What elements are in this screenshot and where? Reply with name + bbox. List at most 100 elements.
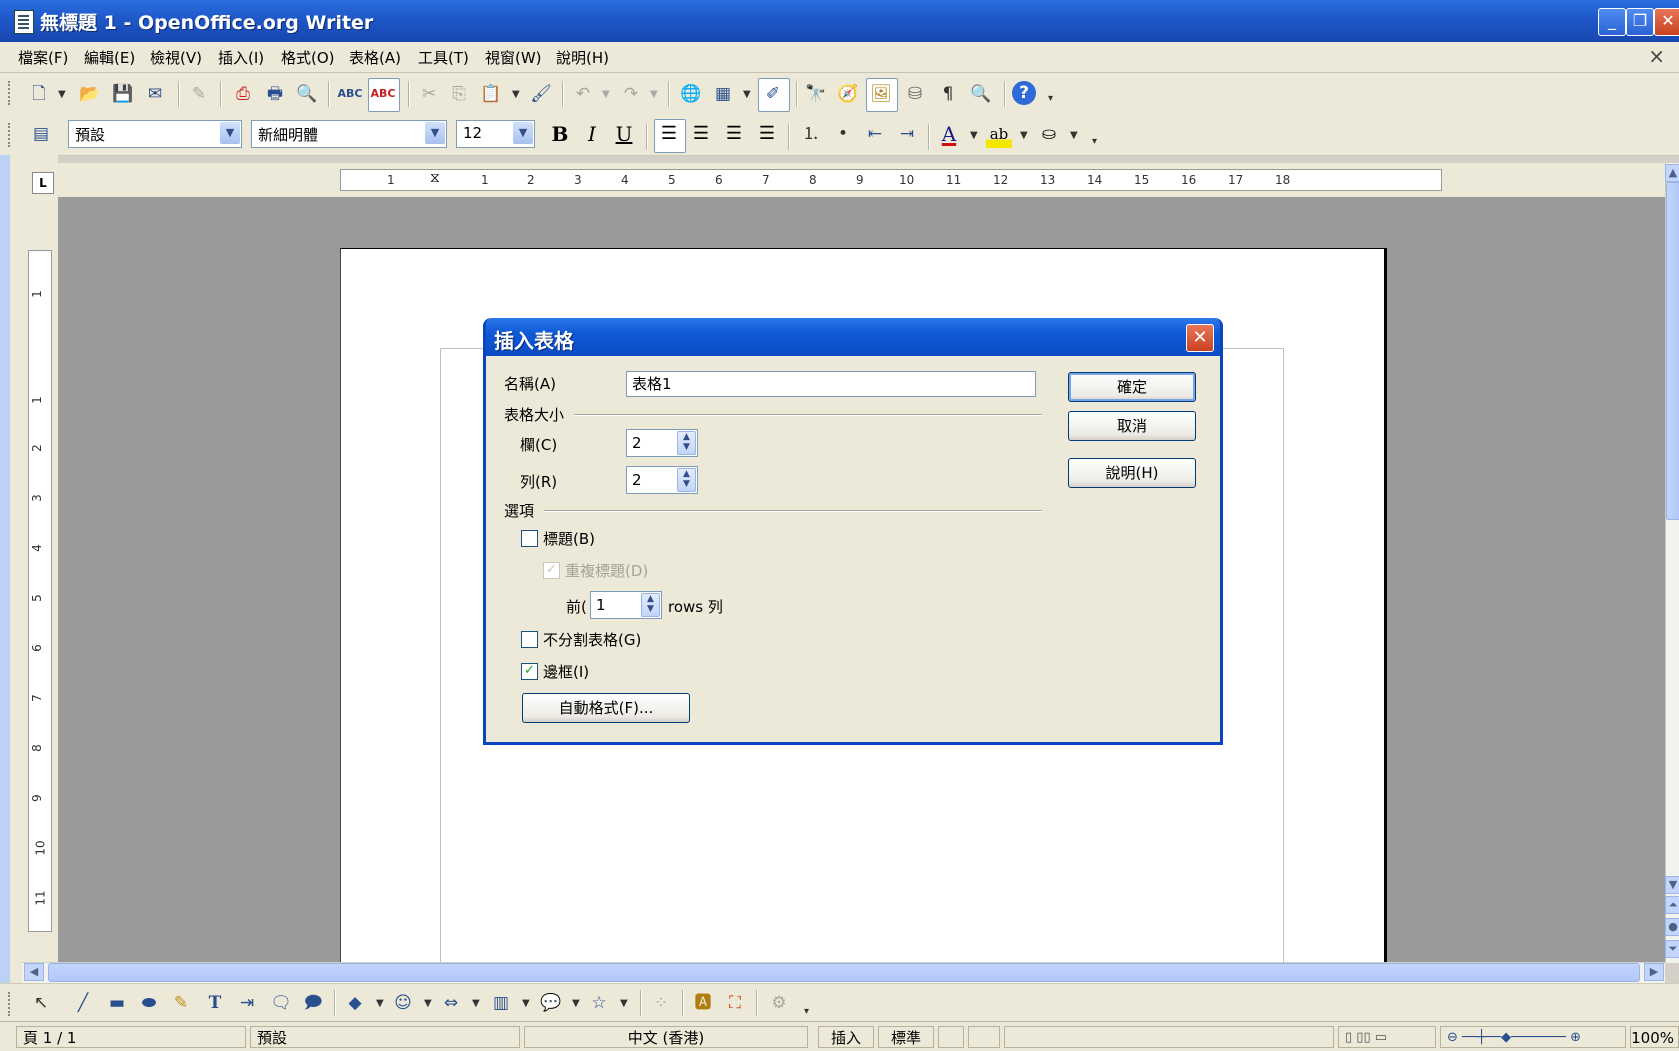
window-title-bar[interactable]: 無標題 1 - OpenOffice.org Writer _ ❐ ✕ bbox=[0, 0, 1679, 42]
menu-file[interactable]: 檔案(F) bbox=[18, 47, 68, 68]
dont-split-checkbox[interactable] bbox=[521, 631, 538, 648]
scroll-right-icon[interactable]: ▶ bbox=[1644, 963, 1664, 981]
flowcharts-dropdown-icon[interactable]: ▼ bbox=[522, 998, 530, 1009]
scroll-down-icon[interactable]: ▼ bbox=[1665, 876, 1679, 894]
spin-buttons[interactable]: ▲ ▼ bbox=[677, 431, 696, 455]
close-window-button[interactable]: ✕ bbox=[1654, 8, 1679, 36]
align-right-icon[interactable]: ☰ bbox=[721, 120, 747, 148]
new-document-icon[interactable]: 🗋 bbox=[26, 81, 52, 107]
cut-icon[interactable]: ✂ bbox=[416, 81, 442, 107]
close-document-icon[interactable]: × bbox=[1648, 44, 1665, 68]
status-modified[interactable] bbox=[938, 1026, 964, 1048]
heading-label[interactable]: 標題(B) bbox=[543, 528, 595, 549]
ellipse-icon[interactable]: ⬬ bbox=[136, 990, 162, 1016]
font-color-icon[interactable]: A bbox=[936, 120, 962, 148]
bold-icon[interactable]: B bbox=[547, 120, 573, 148]
table-dropdown-icon[interactable]: ▼ bbox=[743, 89, 751, 100]
font-size-combo[interactable]: 12 ▼ bbox=[456, 120, 535, 148]
copy-icon[interactable]: ⎘ bbox=[446, 81, 472, 107]
align-left-icon[interactable]: ☰ bbox=[656, 120, 682, 148]
menu-tools[interactable]: 工具(T) bbox=[418, 47, 469, 68]
basic-shapes-icon[interactable]: ◆ bbox=[342, 990, 368, 1016]
select-pointer-icon[interactable]: ↖ bbox=[28, 990, 54, 1016]
spin-buttons[interactable]: ▲ ▼ bbox=[677, 468, 696, 492]
block-arrows-dropdown-icon[interactable]: ▼ bbox=[472, 998, 480, 1009]
horizontal-scroll-thumb[interactable] bbox=[48, 963, 1640, 982]
autoformat-button[interactable]: 自動格式(F)... bbox=[522, 693, 690, 723]
spin-up-icon[interactable]: ▲ bbox=[683, 469, 690, 479]
decrease-indent-icon[interactable]: ⇤ bbox=[862, 120, 888, 148]
symbol-shapes-icon[interactable]: ☺ bbox=[390, 990, 416, 1016]
font-color-dropdown-icon[interactable]: ▼ bbox=[970, 130, 978, 141]
zoom-slider[interactable]: ⊖ ──┼──◆─────── ⊕ bbox=[1440, 1026, 1626, 1048]
stars-dropdown-icon[interactable]: ▼ bbox=[620, 998, 628, 1009]
symbol-shapes-dropdown-icon[interactable]: ▼ bbox=[424, 998, 432, 1009]
show-draw-functions-icon[interactable]: ✐ bbox=[760, 81, 786, 107]
callouts-dropdown-icon[interactable]: ▼ bbox=[572, 998, 580, 1009]
dont-split-label[interactable]: 不分割表格(G) bbox=[543, 629, 641, 650]
previous-page-icon[interactable]: ⏶ bbox=[1665, 896, 1679, 914]
align-center-icon[interactable]: ☰ bbox=[688, 120, 714, 148]
callouts-icon[interactable]: 💬 bbox=[538, 990, 564, 1016]
dialog-title-bar[interactable]: 插入表格 ✕ bbox=[486, 318, 1220, 356]
email-icon[interactable]: ✉ bbox=[142, 81, 168, 107]
border-label[interactable]: 邊框(I) bbox=[543, 661, 589, 682]
menu-view[interactable]: 檢視(V) bbox=[150, 47, 202, 68]
undo-icon[interactable]: ↶ bbox=[570, 81, 596, 107]
background-color-dropdown-icon[interactable]: ▼ bbox=[1070, 130, 1078, 141]
spin-down-icon[interactable]: ▼ bbox=[683, 442, 690, 452]
vertical-ruler[interactable]: 1 1 2 3 4 5 6 7 8 9 10 11 bbox=[28, 250, 52, 932]
table-icon[interactable]: ▦ bbox=[710, 81, 736, 107]
paste-dropdown-icon[interactable]: ▼ bbox=[512, 89, 520, 100]
spin-up-icon[interactable]: ▲ bbox=[647, 594, 654, 604]
ok-button[interactable]: 確定 bbox=[1068, 372, 1196, 402]
export-pdf-icon[interactable]: ⎙ bbox=[230, 81, 256, 107]
hyperlink-icon[interactable]: 🌐 bbox=[678, 81, 704, 107]
toolbar-grip[interactable] bbox=[8, 81, 14, 105]
spin-up-icon[interactable]: ▲ bbox=[683, 432, 690, 442]
page-preview-icon[interactable]: 🔍 bbox=[294, 81, 320, 107]
help-button[interactable]: 說明(H) bbox=[1068, 458, 1196, 488]
block-arrows-icon[interactable]: ⇔ bbox=[438, 990, 464, 1016]
menu-insert[interactable]: 插入(I) bbox=[218, 47, 264, 68]
navigation-icon[interactable]: ● bbox=[1665, 918, 1679, 936]
status-insert-mode[interactable]: 插入 bbox=[818, 1026, 874, 1048]
formatting-marks-icon[interactable]: ¶ bbox=[935, 81, 961, 107]
autospellcheck-icon[interactable]: ABC bbox=[370, 81, 396, 107]
stars-icon[interactable]: ☆ bbox=[586, 990, 612, 1016]
rectangle-icon[interactable]: ▬ bbox=[104, 990, 130, 1016]
heading-checkbox[interactable] bbox=[521, 530, 538, 547]
status-page[interactable]: 頁 1 / 1 bbox=[16, 1026, 246, 1048]
menu-help[interactable]: 說明(H) bbox=[556, 47, 609, 68]
vertical-callout-icon[interactable]: 🗩 bbox=[300, 990, 326, 1016]
background-color-icon[interactable]: ⛀ bbox=[1036, 120, 1062, 148]
find-replace-icon[interactable]: 🔭 bbox=[803, 81, 829, 107]
status-page-style[interactable]: 預設 bbox=[250, 1026, 520, 1048]
tab-stop-indent-marker[interactable]: ⧖ bbox=[430, 170, 440, 186]
scroll-left-icon[interactable]: ◀ bbox=[24, 963, 44, 981]
vertical-text-icon[interactable]: ⇥ bbox=[234, 990, 260, 1016]
justify-icon[interactable]: ☰ bbox=[754, 120, 780, 148]
chevron-down-icon[interactable]: ▼ bbox=[220, 122, 240, 144]
next-page-icon[interactable]: ⏷ bbox=[1665, 940, 1679, 958]
status-signature[interactable] bbox=[968, 1026, 1000, 1048]
bullets-icon[interactable]: • bbox=[830, 120, 856, 148]
spellcheck-icon[interactable]: ABC bbox=[337, 81, 363, 107]
font-name-combo[interactable]: 新細明體 ▼ bbox=[251, 120, 447, 148]
freeform-line-icon[interactable]: ✎ bbox=[168, 990, 194, 1016]
points-icon[interactable]: ⁘ bbox=[648, 990, 674, 1016]
text-icon[interactable]: T bbox=[202, 990, 228, 1016]
increase-indent-icon[interactable]: ⇥ bbox=[894, 120, 920, 148]
dialog-close-button[interactable]: ✕ bbox=[1186, 324, 1214, 352]
print-icon[interactable]: 🖶 bbox=[262, 81, 288, 107]
columns-spinbox[interactable]: 2 ▲ ▼ bbox=[626, 429, 698, 457]
vertical-scroll-thumb[interactable] bbox=[1666, 182, 1679, 520]
toolbar-overflow-icon[interactable]: ▾ bbox=[1092, 136, 1097, 147]
border-checkbox[interactable]: ✓ bbox=[521, 663, 538, 680]
status-zoom[interactable]: 100% bbox=[1630, 1026, 1679, 1048]
gallery-icon[interactable]: 🖼 bbox=[868, 81, 894, 107]
spin-buttons[interactable]: ▲ ▼ bbox=[641, 593, 660, 617]
redo-icon[interactable]: ↷ bbox=[618, 81, 644, 107]
edit-file-icon[interactable]: ✎ bbox=[186, 81, 212, 107]
styles-formatting-icon[interactable]: ▤ bbox=[28, 121, 54, 147]
